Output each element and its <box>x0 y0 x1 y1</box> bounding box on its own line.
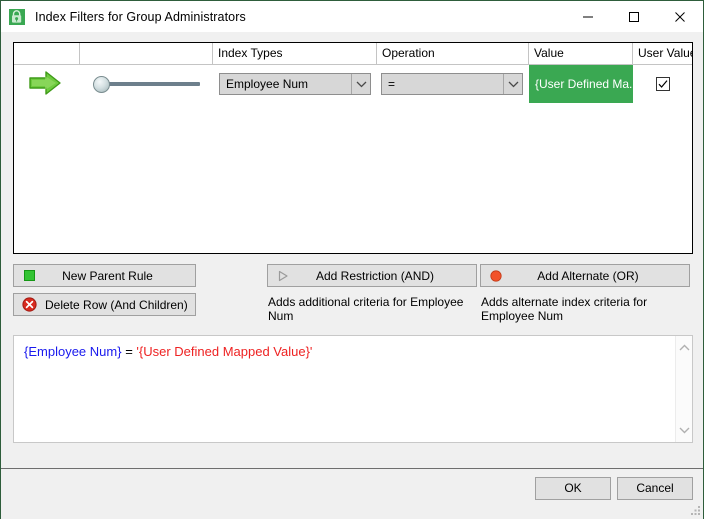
expression-text: {Employee Num} = '{User Defined Mapped V… <box>14 336 675 442</box>
expression-field-token: {Employee Num} <box>24 344 122 359</box>
chevron-down-icon[interactable] <box>503 74 522 94</box>
footer-bar: OK Cancel <box>1 469 703 519</box>
column-header-user-value[interactable]: User Value <box>633 43 692 64</box>
indent-slider[interactable] <box>85 74 200 94</box>
rules-grid[interactable]: Index Types Operation Value User Value E… <box>13 42 693 254</box>
green-square-icon <box>18 270 40 281</box>
new-parent-rule-button[interactable]: New Parent Rule <box>13 264 196 287</box>
column-header-indent[interactable] <box>80 43 213 64</box>
grid-header-row: Index Types Operation Value User Value <box>14 43 692 65</box>
add-alternate-description: Adds alternate index criteria for Employ… <box>481 295 648 323</box>
value-text[interactable]: {User Defined Ma... <box>529 65 633 103</box>
operation-value: = <box>388 77 396 91</box>
filter-lock-icon <box>8 8 26 26</box>
expression-operator-token: = <box>125 344 133 359</box>
window-controls <box>565 1 703 32</box>
table-row[interactable]: Employee Num = {User Defined Ma... <box>14 65 692 103</box>
delete-row-button[interactable]: Delete Row (And Children) <box>13 293 196 316</box>
resize-grip-icon[interactable] <box>689 505 701 517</box>
indent-track-line <box>103 82 200 86</box>
row-marker-cell <box>14 65 80 103</box>
user-value-checkbox[interactable] <box>655 77 670 91</box>
close-button[interactable] <box>657 1 703 32</box>
gray-triangle-icon <box>272 270 294 282</box>
index-type-dropdown[interactable]: Employee Num <box>219 73 371 95</box>
expression-value-token: '{User Defined Mapped Value}' <box>136 344 313 359</box>
maximize-button[interactable] <box>611 1 657 32</box>
value-cell[interactable]: {User Defined Ma... <box>529 65 633 103</box>
add-alternate-label: Add Alternate (OR) <box>537 268 639 283</box>
chevron-up-icon[interactable] <box>676 340 693 356</box>
new-parent-rule-label: New Parent Rule <box>62 268 153 283</box>
add-restriction-button[interactable]: Add Restriction (AND) <box>267 264 477 287</box>
column-header-operation[interactable]: Operation <box>377 43 529 64</box>
row-indent-cell <box>80 65 213 103</box>
operation-dropdown[interactable]: = <box>381 73 523 95</box>
add-restriction-description: Adds additional criteria for Employee Nu… <box>268 295 464 323</box>
index-type-value: Employee Num <box>226 77 309 91</box>
column-header-index-types[interactable]: Index Types <box>213 43 377 64</box>
chevron-down-icon[interactable] <box>676 422 693 438</box>
client-area: Index Types Operation Value User Value E… <box>1 32 703 519</box>
chevron-down-icon[interactable] <box>351 74 370 94</box>
user-value-cell <box>633 65 692 103</box>
add-restriction-label: Add Restriction (AND) <box>315 268 435 283</box>
column-header-value[interactable]: Value <box>529 43 633 64</box>
expression-preview-box[interactable]: {Employee Num} = '{User Defined Mapped V… <box>13 335 693 443</box>
dialog-window: Index Filters for Group Administrators I… <box>0 0 704 519</box>
indent-slider-knob[interactable] <box>93 76 110 93</box>
column-header-marker[interactable] <box>14 43 80 64</box>
add-alternate-button[interactable]: Add Alternate (OR) <box>480 264 690 287</box>
minimize-button[interactable] <box>565 1 611 32</box>
expression-scrollbar[interactable] <box>675 336 692 442</box>
window-title: Index Filters for Group Administrators <box>35 9 246 24</box>
index-type-cell: Employee Num <box>213 65 377 103</box>
title-bar: Index Filters for Group Administrators <box>1 1 703 32</box>
cancel-button[interactable]: Cancel <box>617 477 693 500</box>
orange-circle-icon <box>485 269 507 282</box>
red-x-circle-icon <box>18 297 40 312</box>
green-right-arrow-icon <box>28 70 62 99</box>
delete-row-label: Delete Row (And Children) <box>45 297 188 312</box>
operation-cell: = <box>377 65 529 103</box>
ok-button[interactable]: OK <box>535 477 611 500</box>
